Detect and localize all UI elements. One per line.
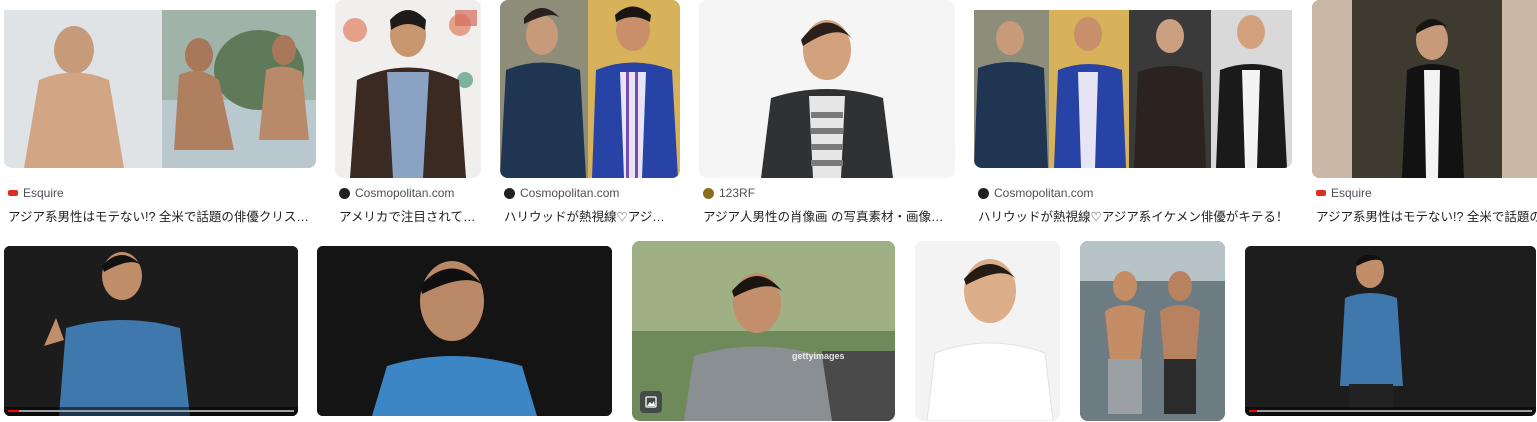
thumbnail-image xyxy=(632,241,895,421)
video-progress-bar[interactable] xyxy=(1249,410,1532,412)
image-result-card[interactable]: Esquire アジア系男性はモテない!? 全米で話題の俳優クリス・パン xyxy=(4,0,316,230)
result-title[interactable]: ハリウッドが熱視線♡アジア系イケメン俳優がキテる！ xyxy=(978,206,1290,225)
image-result-card[interactable]: Cosmopolitan.com ハリウッドが熱視線♡アジア系イケメン俳優がキテ… xyxy=(974,0,1292,230)
result-source[interactable]: Cosmopolitan.com xyxy=(978,186,1093,200)
thumbnail-image xyxy=(500,0,680,178)
image-result-card[interactable] xyxy=(1245,246,1536,416)
image-badge-icon xyxy=(640,391,662,413)
thumbnail-image xyxy=(317,246,612,416)
cosmopolitan-favicon-icon xyxy=(504,187,515,199)
result-thumbnail[interactable] xyxy=(317,246,612,416)
image-result-card[interactable] xyxy=(4,246,298,416)
video-control-bar[interactable] xyxy=(1245,407,1536,416)
result-title[interactable]: アジア系男性はモテない!? 全米で話題の俳優クリス・パン xyxy=(8,206,314,225)
getty-watermark: gettyimages xyxy=(792,351,845,361)
thumbnail-image xyxy=(335,0,481,178)
result-source[interactable]: Cosmopolitan.com xyxy=(504,186,619,200)
thumbnail-image xyxy=(974,10,1292,168)
image-result-card[interactable] xyxy=(915,241,1060,421)
video-progress-bar[interactable] xyxy=(8,410,294,412)
image-result-card[interactable]: gettyimages xyxy=(632,241,895,421)
result-thumbnail[interactable] xyxy=(1312,0,1537,178)
result-title[interactable]: アジア人男性の肖像画 の写真素材・画像素材 xyxy=(703,206,951,225)
esquire-favicon-icon xyxy=(1316,190,1326,196)
thumbnail-image xyxy=(699,0,955,178)
result-source[interactable]: Esquire xyxy=(8,186,64,200)
source-name: Cosmopolitan.com xyxy=(355,186,455,200)
result-thumbnail[interactable] xyxy=(4,10,316,168)
thumbnail-image xyxy=(4,10,316,168)
thumbnail-image xyxy=(915,241,1060,421)
result-source[interactable]: 123RF xyxy=(703,186,755,200)
result-source[interactable]: Cosmopolitan.com xyxy=(339,186,454,200)
result-thumbnail[interactable] xyxy=(4,246,298,416)
video-control-bar[interactable] xyxy=(4,407,298,416)
result-thumbnail[interactable] xyxy=(500,0,680,178)
result-thumbnail[interactable]: gettyimages xyxy=(632,241,895,421)
result-source[interactable]: Esquire xyxy=(1316,186,1372,200)
result-thumbnail[interactable] xyxy=(915,241,1060,421)
result-thumbnail[interactable] xyxy=(974,10,1292,168)
source-name: Cosmopolitan.com xyxy=(520,186,620,200)
thumbnail-image xyxy=(1080,241,1225,421)
image-result-card[interactable]: Esquire アジア系男性はモテない!? 全米で話題の俳優 xyxy=(1312,0,1537,230)
result-title[interactable]: アジア系男性はモテない!? 全米で話題の俳優 xyxy=(1316,206,1537,225)
image-result-card[interactable]: Cosmopolitan.com アメリカで注目されている xyxy=(335,0,481,230)
thumbnail-image xyxy=(1245,246,1536,416)
result-title[interactable]: アメリカで注目されている xyxy=(339,206,479,225)
thumbnail-image xyxy=(4,246,298,416)
image-result-card[interactable] xyxy=(1080,241,1225,421)
123rf-favicon-icon xyxy=(703,187,714,199)
result-thumbnail[interactable] xyxy=(335,0,481,178)
source-name: Esquire xyxy=(1331,186,1372,200)
result-thumbnail[interactable] xyxy=(1080,241,1225,421)
cosmopolitan-favicon-icon xyxy=(339,187,350,199)
image-result-card[interactable]: 123RF アジア人男性の肖像画 の写真素材・画像素材 xyxy=(699,0,955,230)
image-result-card[interactable]: Cosmopolitan.com ハリウッドが熱視線♡アジア系 xyxy=(500,0,680,230)
result-thumbnail[interactable] xyxy=(1245,246,1536,416)
image-result-card[interactable] xyxy=(317,246,612,416)
thumbnail-image xyxy=(1312,0,1537,178)
source-name: 123RF xyxy=(719,186,756,200)
esquire-favicon-icon xyxy=(8,190,18,196)
result-title[interactable]: ハリウッドが熱視線♡アジア系 xyxy=(504,206,676,225)
cosmopolitan-favicon-icon xyxy=(978,187,989,199)
source-name: Esquire xyxy=(23,186,64,200)
result-thumbnail[interactable] xyxy=(699,0,955,178)
source-name: Cosmopolitan.com xyxy=(994,186,1094,200)
